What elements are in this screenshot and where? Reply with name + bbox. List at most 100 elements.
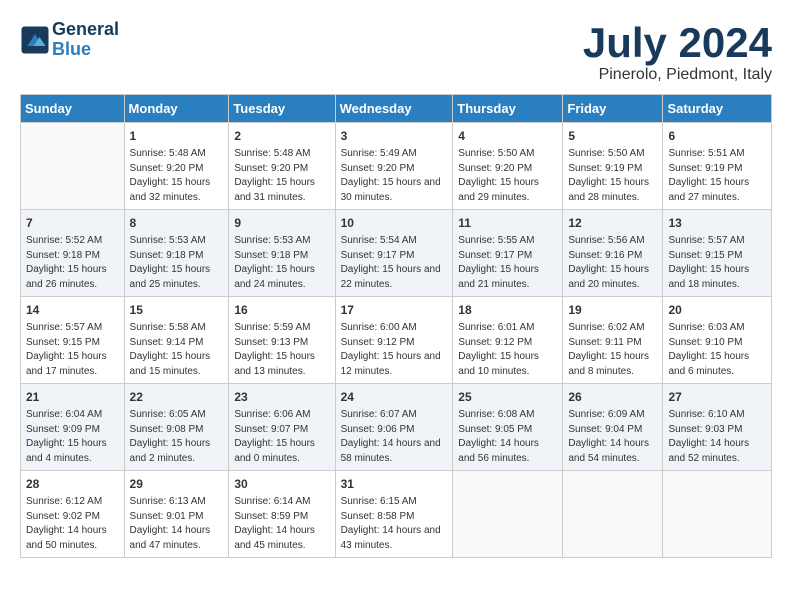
calendar-cell: 8Sunrise: 5:53 AMSunset: 9:18 PMDaylight…: [124, 210, 229, 297]
calendar-cell: [21, 123, 125, 210]
day-number: 7: [26, 214, 119, 232]
calendar-cell: 1Sunrise: 5:48 AMSunset: 9:20 PMDaylight…: [124, 123, 229, 210]
day-number: 6: [668, 127, 766, 145]
day-number: 12: [568, 214, 657, 232]
cell-content: Sunrise: 5:50 AMSunset: 9:19 PMDaylight:…: [568, 147, 657, 205]
day-number: 29: [130, 475, 224, 493]
weekday-header-wednesday: Wednesday: [335, 95, 453, 123]
calendar-cell: 29 Sunrise: 6:13 AMSunset: 9:01 PMDayligh…: [124, 471, 229, 558]
cell-content: Sunrise: 6:15 AMSunset: 8:58 PMDaylight:…: [341, 495, 448, 553]
cell-content: Sunrise: 6:01 AMSunset: 9:12 PMDaylight:…: [458, 321, 557, 379]
day-number: 28: [26, 475, 119, 493]
day-number: 3: [341, 127, 448, 145]
day-number: 26: [568, 388, 657, 406]
calendar-cell: 26 Sunrise: 6:09 AMSunset: 9:04 PMDayligh…: [563, 384, 663, 471]
cell-content: Sunrise: 5:48 AMSunset: 9:20 PMDaylight:…: [234, 147, 329, 205]
weekday-header-friday: Friday: [563, 95, 663, 123]
day-number: 30: [234, 475, 329, 493]
cell-content: Sunrise: 6:09 AMSunset: 9:04 PMDaylight:…: [568, 408, 657, 466]
calendar-cell: 24 Sunrise: 6:07 AMSunset: 9:06 PMDayligh…: [335, 384, 453, 471]
weekday-header-saturday: Saturday: [663, 95, 772, 123]
cell-content: Sunrise: 5:57 AMSunset: 9:15 PMDaylight:…: [668, 234, 766, 292]
day-number: 24: [341, 388, 448, 406]
calendar-week-row-2: 7 Sunrise: 5:52 AMSunset: 9:18 PMDaylight…: [21, 210, 772, 297]
cell-content: Sunrise: 5:50 AMSunset: 9:20 PMDaylight:…: [458, 147, 557, 205]
cell-content: Sunrise: 6:10 AMSunset: 9:03 PMDaylight:…: [668, 408, 766, 466]
calendar-cell: 17 Sunrise: 6:00 AMSunset: 9:12 PMDayligh…: [335, 297, 453, 384]
cell-content: Sunrise: 5:58 AMSunset: 9:14 PMDaylight:…: [130, 321, 224, 379]
cell-content: Sunrise: 6:13 AMSunset: 9:01 PMDaylight:…: [130, 495, 224, 553]
calendar-cell: [453, 471, 563, 558]
calendar-week-row-3: 14Sunrise: 5:57 AMSunset: 9:15 PMDayligh…: [21, 297, 772, 384]
calendar-week-row-1: 1Sunrise: 5:48 AMSunset: 9:20 PMDaylight…: [21, 123, 772, 210]
calendar-cell: 7 Sunrise: 5:52 AMSunset: 9:18 PMDaylight…: [21, 210, 125, 297]
calendar-table: SundayMondayTuesdayWednesdayThursdayFrid…: [20, 94, 772, 558]
cell-content: Sunrise: 5:51 AMSunset: 9:19 PMDaylight:…: [668, 147, 766, 205]
day-number: 13: [668, 214, 766, 232]
day-number: 8: [130, 214, 224, 232]
cell-content: Sunrise: 5:54 AMSunset: 9:17 PMDaylight:…: [341, 234, 448, 292]
day-number: 22: [130, 388, 224, 406]
cell-content: Sunrise: 5:49 AMSunset: 9:20 PMDaylight:…: [341, 147, 448, 205]
day-number: 2: [234, 127, 329, 145]
calendar-cell: 2 Sunrise: 5:48 AMSunset: 9:20 PMDaylight…: [229, 123, 335, 210]
calendar-cell: 14Sunrise: 5:57 AMSunset: 9:15 PMDayligh…: [21, 297, 125, 384]
day-number: 21: [26, 388, 119, 406]
calendar-cell: 18Sunrise: 6:01 AMSunset: 9:12 PMDayligh…: [453, 297, 563, 384]
day-number: 17: [341, 301, 448, 319]
weekday-header-thursday: Thursday: [453, 95, 563, 123]
cell-content: Sunrise: 5:59 AMSunset: 9:13 PMDaylight:…: [234, 321, 329, 379]
weekday-header-row: SundayMondayTuesdayWednesdayThursdayFrid…: [21, 95, 772, 123]
cell-content: Sunrise: 5:56 AMSunset: 9:16 PMDaylight:…: [568, 234, 657, 292]
calendar-cell: 4 Sunrise: 5:50 AMSunset: 9:20 PMDaylight…: [453, 123, 563, 210]
day-number: 14: [26, 301, 119, 319]
cell-content: Sunrise: 6:14 AMSunset: 8:59 PMDaylight:…: [234, 495, 329, 553]
cell-content: Sunrise: 6:12 AMSunset: 9:02 PMDaylight:…: [26, 495, 119, 553]
day-number: 20: [668, 301, 766, 319]
cell-content: Sunrise: 6:07 AMSunset: 9:06 PMDaylight:…: [341, 408, 448, 466]
cell-content: Sunrise: 6:03 AMSunset: 9:10 PMDaylight:…: [668, 321, 766, 379]
cell-content: Sunrise: 5:52 AMSunset: 9:18 PMDaylight:…: [26, 234, 119, 292]
logo-text-blue: Blue: [52, 40, 119, 60]
calendar-week-row-4: 21 Sunrise: 6:04 AMSunset: 9:09 PMDayligh…: [21, 384, 772, 471]
day-number: 11: [458, 214, 557, 232]
cell-content: Sunrise: 6:08 AMSunset: 9:05 PMDaylight:…: [458, 408, 557, 466]
page-header: General Blue July 2024 Pinerolo, Piedmon…: [20, 20, 772, 84]
calendar-cell: 16Sunrise: 5:59 AMSunset: 9:13 PMDayligh…: [229, 297, 335, 384]
title-section: July 2024 Pinerolo, Piedmont, Italy: [583, 20, 772, 84]
logo-text-general: General: [52, 20, 119, 40]
calendar-cell: 27 Sunrise: 6:10 AMSunset: 9:03 PMDayligh…: [663, 384, 772, 471]
day-number: 15: [130, 301, 224, 319]
calendar-cell: 11 Sunrise: 5:55 AMSunset: 9:17 PMDayligh…: [453, 210, 563, 297]
cell-content: Sunrise: 6:06 AMSunset: 9:07 PMDaylight:…: [234, 408, 329, 466]
calendar-cell: 20 Sunrise: 6:03 AMSunset: 9:10 PMDayligh…: [663, 297, 772, 384]
calendar-cell: 13 Sunrise: 5:57 AMSunset: 9:15 PMDayligh…: [663, 210, 772, 297]
day-number: 9: [234, 214, 329, 232]
cell-content: Sunrise: 6:02 AMSunset: 9:11 PMDaylight:…: [568, 321, 657, 379]
day-number: 19: [568, 301, 657, 319]
calendar-cell: 10 Sunrise: 5:54 AMSunset: 9:17 PMDayligh…: [335, 210, 453, 297]
weekday-header-tuesday: Tuesday: [229, 95, 335, 123]
calendar-cell: 23Sunrise: 6:06 AMSunset: 9:07 PMDayligh…: [229, 384, 335, 471]
calendar-cell: 28 Sunrise: 6:12 AMSunset: 9:02 PMDayligh…: [21, 471, 125, 558]
cell-content: Sunrise: 5:55 AMSunset: 9:17 PMDaylight:…: [458, 234, 557, 292]
cell-content: Sunrise: 6:04 AMSunset: 9:09 PMDaylight:…: [26, 408, 119, 466]
day-number: 10: [341, 214, 448, 232]
calendar-cell: 5Sunrise: 5:50 AMSunset: 9:19 PMDaylight…: [563, 123, 663, 210]
calendar-week-row-5: 28 Sunrise: 6:12 AMSunset: 9:02 PMDayligh…: [21, 471, 772, 558]
location: Pinerolo, Piedmont, Italy: [583, 66, 772, 84]
calendar-cell: 9 Sunrise: 5:53 AMSunset: 9:18 PMDaylight…: [229, 210, 335, 297]
weekday-header-sunday: Sunday: [21, 95, 125, 123]
cell-content: Sunrise: 5:53 AMSunset: 9:18 PMDaylight:…: [234, 234, 329, 292]
cell-content: Sunrise: 6:00 AMSunset: 9:12 PMDaylight:…: [341, 321, 448, 379]
calendar-cell: 15 Sunrise: 5:58 AMSunset: 9:14 PMDayligh…: [124, 297, 229, 384]
day-number: 27: [668, 388, 766, 406]
cell-content: Sunrise: 6:05 AMSunset: 9:08 PMDaylight:…: [130, 408, 224, 466]
day-number: 31: [341, 475, 448, 493]
day-number: 25: [458, 388, 557, 406]
calendar-cell: [563, 471, 663, 558]
cell-content: Sunrise: 5:48 AMSunset: 9:20 PMDaylight:…: [130, 147, 224, 205]
calendar-cell: 31 Sunrise: 6:15 AMSunset: 8:58 PMDayligh…: [335, 471, 453, 558]
calendar-cell: 25 Sunrise: 6:08 AMSunset: 9:05 PMDayligh…: [453, 384, 563, 471]
day-number: 4: [458, 127, 557, 145]
